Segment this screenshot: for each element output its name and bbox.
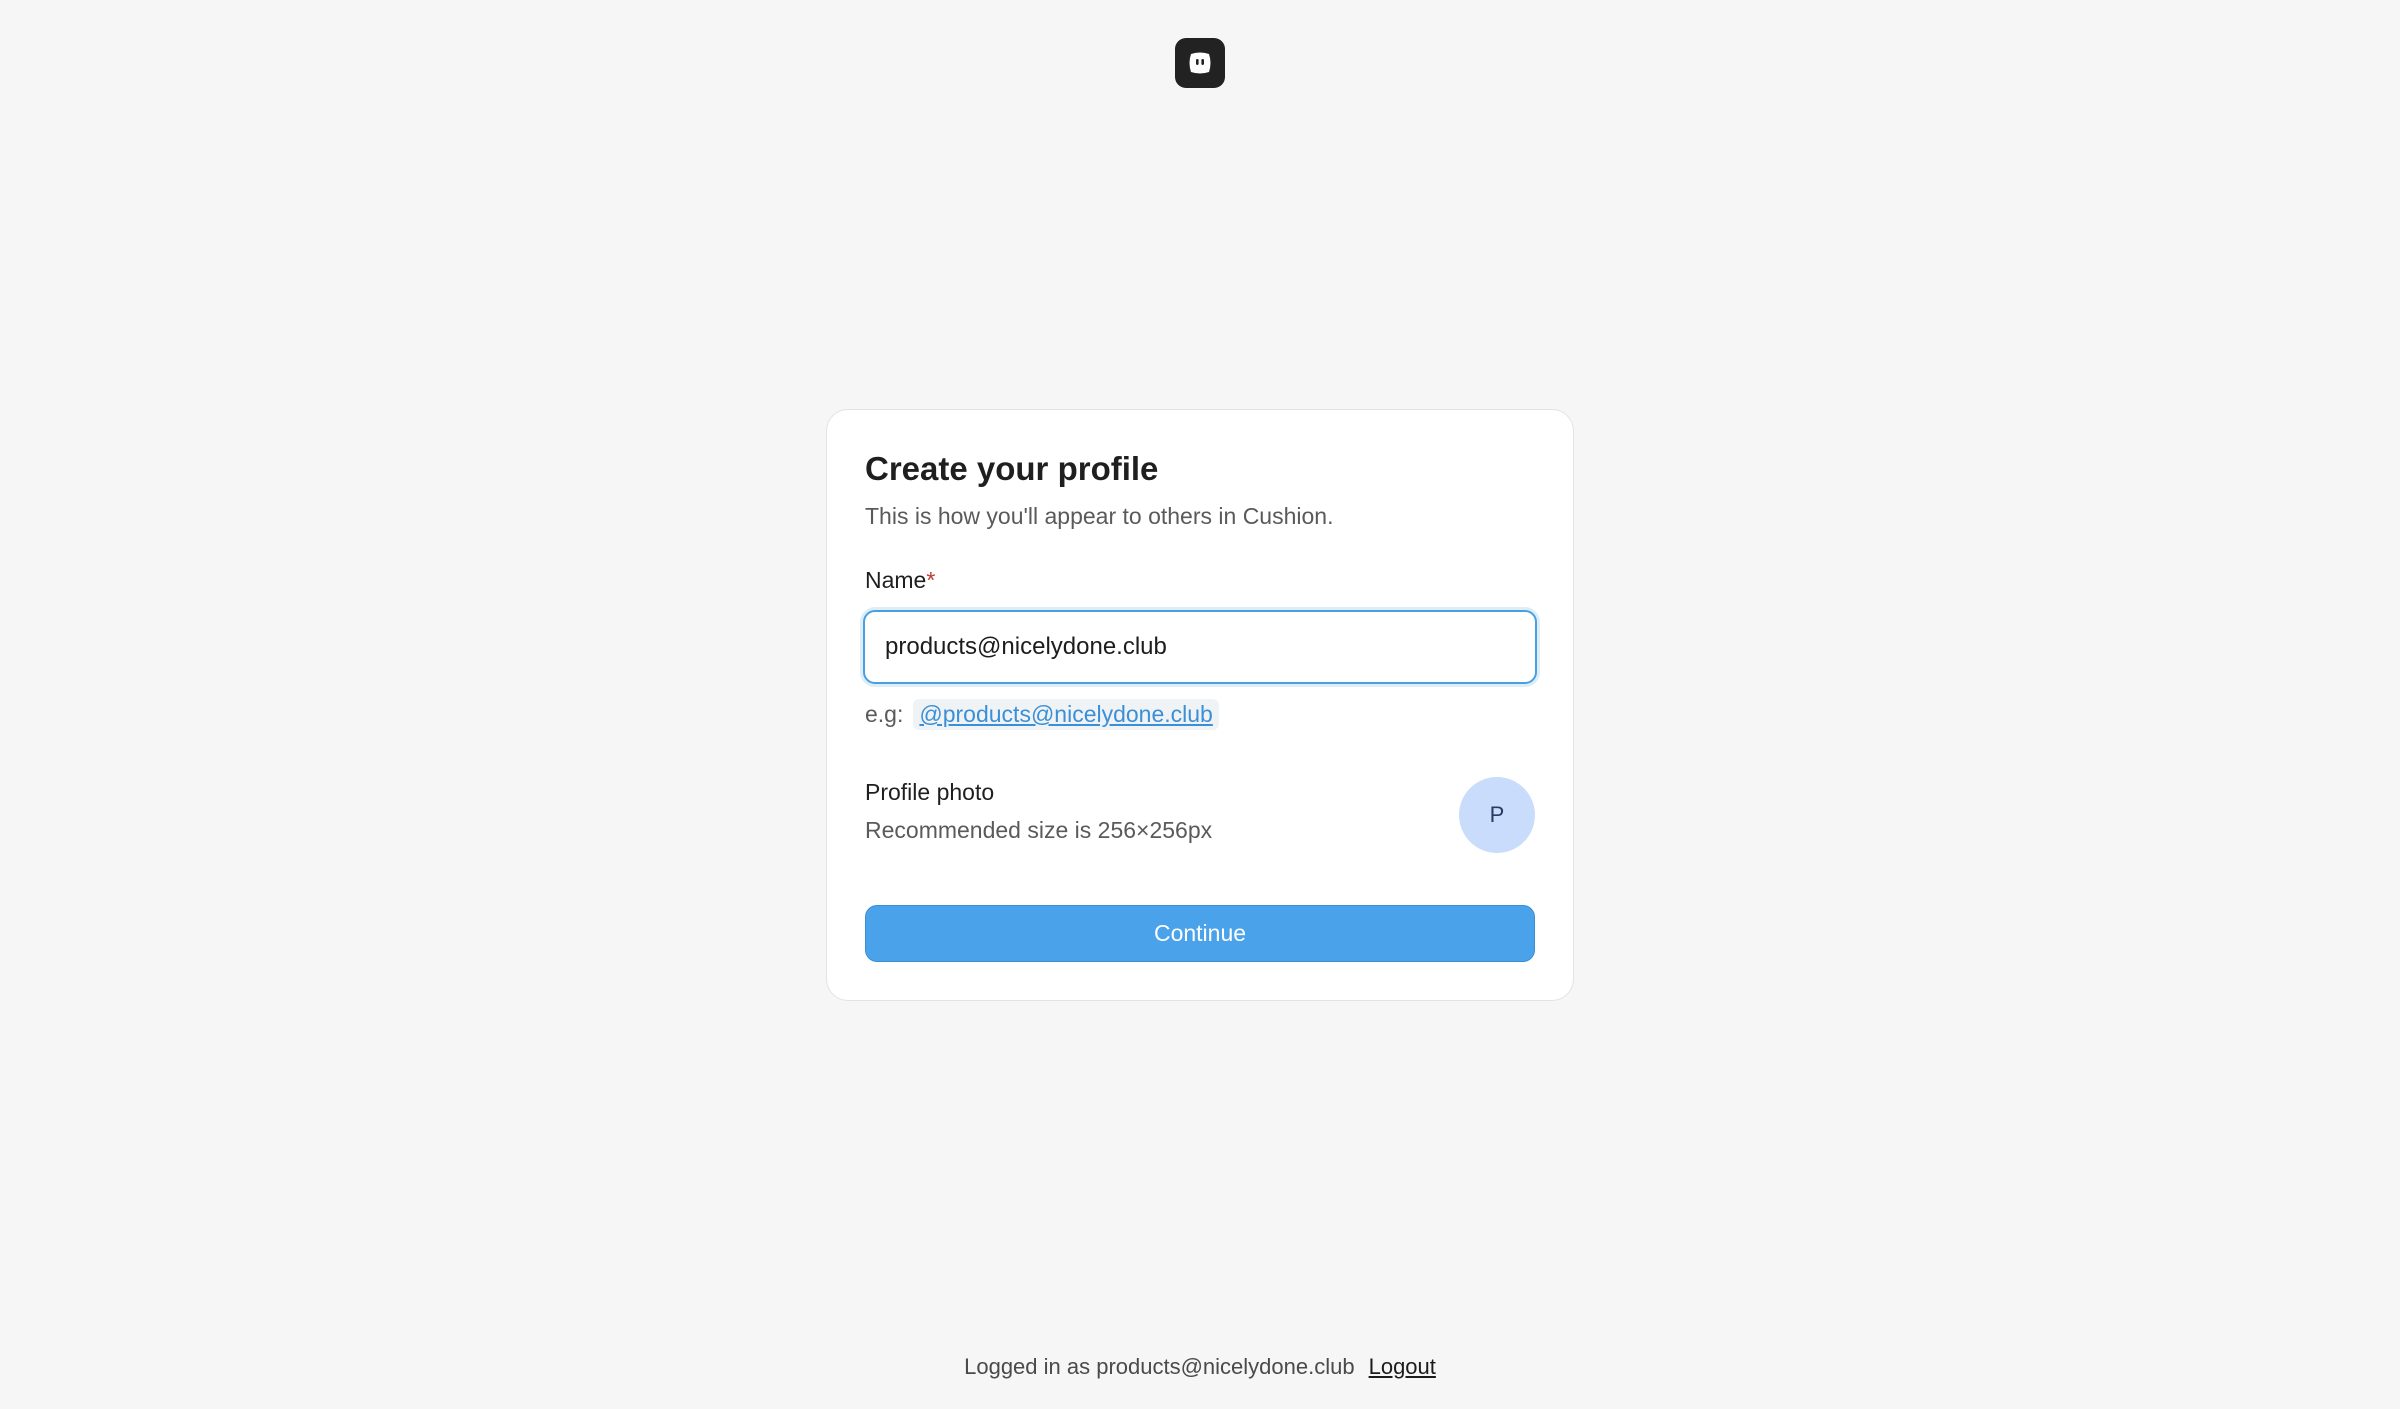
footer: Logged in as products@nicelydone.club Lo… [0,1354,2400,1380]
handle-example: e.g: @products@nicelydone.club [865,699,1219,730]
name-label-text: Name [865,567,927,593]
avatar-initial: P [1489,802,1505,827]
page-subtitle: This is how you'll appear to others in C… [865,503,1334,529]
profile-photo-hint: Recommended size is 256×256px [865,817,1213,843]
profile-card: Create your profile This is how you'll a… [826,409,1574,1001]
profile-photo-label: Profile photo [865,779,995,805]
logged-in-text: Logged in as products@nicelydone.club [964,1354,1355,1379]
page: Create your profile This is how you'll a… [0,0,2400,1409]
name-input[interactable] [863,610,1537,684]
required-mark: * [926,567,936,593]
logout-link[interactable]: Logout [1369,1354,1436,1380]
name-label: Name* [865,567,935,594]
avatar[interactable]: P [1459,777,1535,853]
example-handle: @products@nicelydone.club [913,699,1219,730]
example-prefix: e.g: [865,701,904,727]
page-title: Create your profile [865,450,1159,487]
continue-button[interactable]: Continue [865,905,1535,962]
cushion-logo-icon[interactable] [1175,38,1225,88]
